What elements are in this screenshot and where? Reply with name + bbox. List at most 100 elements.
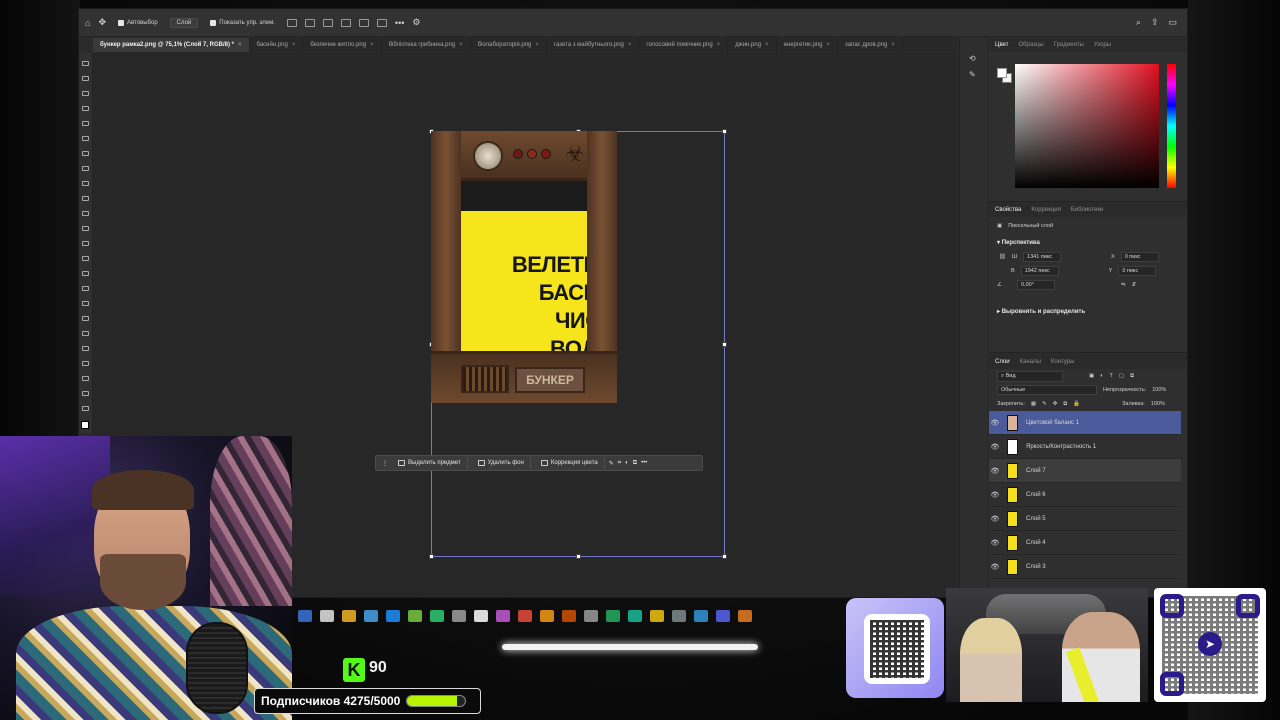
- color-picker-field[interactable]: [1015, 64, 1159, 188]
- layer-mode-select[interactable]: Слой: [169, 17, 199, 28]
- document-tab[interactable]: бункер рамка2.png @ 75,1% (Слой 7, RGB/8…: [93, 38, 250, 52]
- tool-icon[interactable]: [82, 61, 89, 66]
- taskbar-app-icon[interactable]: [650, 610, 664, 622]
- lock-all-icon[interactable]: 🔒: [1073, 401, 1080, 407]
- close-icon[interactable]: ×: [459, 42, 463, 48]
- tab-libraries[interactable]: Библиотеки: [1071, 207, 1104, 213]
- show-transform-toggle[interactable]: Показать упр. элем.: [206, 18, 279, 28]
- transform-handle[interactable]: [722, 342, 727, 347]
- tool-icon[interactable]: [82, 196, 89, 201]
- close-icon[interactable]: ×: [826, 42, 830, 48]
- document-tab[interactable]: голосовий помічник.png ×: [639, 38, 729, 52]
- taskbar-app-icon[interactable]: [672, 610, 686, 622]
- share-icon[interactable]: ⇪: [1151, 17, 1159, 28]
- filter-shape-icon[interactable]: ▢: [1119, 373, 1124, 379]
- document-tab[interactable]: енергетик.png ×: [777, 38, 838, 52]
- taskbar-app-icon[interactable]: [584, 610, 598, 622]
- tab-gradients[interactable]: Градиенты: [1054, 42, 1084, 48]
- opacity-value[interactable]: 100%: [1152, 387, 1166, 393]
- document-tab[interactable]: басейн.png ×: [250, 38, 304, 52]
- transform-handle[interactable]: [722, 129, 727, 134]
- document-tab[interactable]: джин.png ×: [728, 38, 777, 52]
- lock-pixels-icon[interactable]: ✎: [1042, 401, 1047, 407]
- tool-icon[interactable]: [82, 226, 89, 231]
- brush-icon[interactable]: ✎: [609, 460, 614, 467]
- visibility-eye-icon[interactable]: 👁: [989, 443, 1001, 451]
- close-icon[interactable]: ×: [535, 42, 539, 48]
- filter-pixel-icon[interactable]: ▣: [1089, 373, 1094, 379]
- move-tool-icon[interactable]: ✥: [98, 17, 106, 28]
- document-tab[interactable]: безпечне житло.png ×: [303, 38, 382, 52]
- tab-color[interactable]: Цвет: [995, 42, 1008, 48]
- tool-icon[interactable]: [82, 181, 89, 186]
- tool-icon[interactable]: [82, 331, 89, 336]
- align-top-icon[interactable]: [340, 18, 351, 27]
- tab-paths[interactable]: Контуры: [1051, 359, 1075, 365]
- tab-layers[interactable]: Слои: [995, 359, 1010, 365]
- tool-icon[interactable]: [82, 256, 89, 261]
- history-icon[interactable]: ⟲: [969, 54, 976, 63]
- layer-row[interactable]: 👁 Яркость/Контрастность 1: [989, 435, 1181, 459]
- taskbar-app-icon[interactable]: [298, 610, 312, 622]
- document-tab[interactable]: запас дров.png ×: [838, 38, 903, 52]
- layer-filter-select[interactable]: ⌕ Вид: [997, 370, 1063, 382]
- foreground-color-swatch[interactable]: [81, 421, 89, 429]
- tool-icon[interactable]: [82, 76, 89, 81]
- flip-horizontal-icon[interactable]: ⇋: [1121, 282, 1126, 288]
- tool-icon[interactable]: [82, 301, 89, 306]
- home-icon[interactable]: ⌂: [85, 18, 90, 28]
- document-image[interactable]: ВЕЛЕТЕН БАСЕЙ ЧИСТ ВОДО ☣ БУНКЕР: [431, 131, 617, 403]
- more-options-icon[interactable]: •••: [395, 18, 404, 28]
- taskbar-app-icon[interactable]: [452, 610, 466, 622]
- taskbar-app-icon[interactable]: [606, 610, 620, 622]
- tool-icon[interactable]: [82, 316, 89, 321]
- gear-icon[interactable]: ⚙: [412, 17, 420, 28]
- visibility-eye-icon[interactable]: 👁: [989, 563, 1001, 571]
- align-section-header[interactable]: ▸ Выровнять и распределить: [989, 304, 1187, 319]
- more-icon[interactable]: •••: [641, 460, 647, 466]
- taskbar-app-icon[interactable]: [694, 610, 708, 622]
- drag-handle-icon[interactable]: ⋮: [382, 460, 388, 467]
- close-icon[interactable]: ×: [292, 42, 296, 48]
- tool-icon[interactable]: [82, 211, 89, 216]
- close-icon[interactable]: ×: [765, 42, 769, 48]
- filter-adjust-icon[interactable]: ◐: [1100, 373, 1103, 379]
- tool-icon[interactable]: [82, 346, 89, 351]
- transform-icon[interactable]: ⧉: [633, 460, 637, 467]
- transform-handle[interactable]: [576, 554, 581, 559]
- taskbar-app-icon[interactable]: [738, 610, 752, 622]
- lock-artboard-icon[interactable]: ⧉: [1063, 401, 1067, 408]
- tool-icon[interactable]: [82, 136, 89, 141]
- tool-icon[interactable]: [82, 151, 89, 156]
- perspective-section-header[interactable]: ▾ Перспектива: [989, 235, 1187, 250]
- layer-row[interactable]: 👁 Слой 5: [989, 507, 1181, 531]
- filter-type-icon[interactable]: T: [1110, 373, 1113, 379]
- remove-background-button[interactable]: Удалить фон: [472, 457, 531, 469]
- transform-handle[interactable]: [429, 554, 434, 559]
- taskbar-app-icon[interactable]: [518, 610, 532, 622]
- tab-adjustments[interactable]: Коррекция: [1031, 207, 1061, 213]
- tab-properties[interactable]: Свойства: [995, 207, 1021, 213]
- tool-icon[interactable]: [82, 376, 89, 381]
- lock-transparent-icon[interactable]: ▦: [1031, 401, 1036, 407]
- taskbar-app-icon[interactable]: [408, 610, 422, 622]
- autoselect-toggle[interactable]: Автовыбор: [114, 18, 162, 28]
- tool-icon[interactable]: [82, 406, 89, 411]
- taskbar-app-icon[interactable]: [540, 610, 554, 622]
- angle-field[interactable]: 0,00°: [1017, 280, 1055, 290]
- taskbar-app-icon[interactable]: [474, 610, 488, 622]
- flip-vertical-icon[interactable]: ⇵: [1132, 282, 1137, 288]
- tool-icon[interactable]: [82, 391, 89, 396]
- close-icon[interactable]: ×: [238, 42, 242, 48]
- close-icon[interactable]: ×: [370, 42, 374, 48]
- document-tab[interactable]: бібліотека грибника.png ×: [382, 38, 471, 52]
- tool-icon[interactable]: [82, 166, 89, 171]
- show-transform-checkbox[interactable]: [210, 19, 217, 26]
- width-field[interactable]: 1341 пикс: [1023, 252, 1062, 262]
- taskbar-app-icon[interactable]: [342, 610, 356, 622]
- x-field[interactable]: 0 пикс: [1120, 252, 1159, 262]
- layer-row[interactable]: 👁 Слой 4: [989, 531, 1181, 555]
- taskbar-app-icon[interactable]: [628, 610, 642, 622]
- tool-icon[interactable]: [82, 121, 89, 126]
- hue-slider[interactable]: [1167, 64, 1176, 188]
